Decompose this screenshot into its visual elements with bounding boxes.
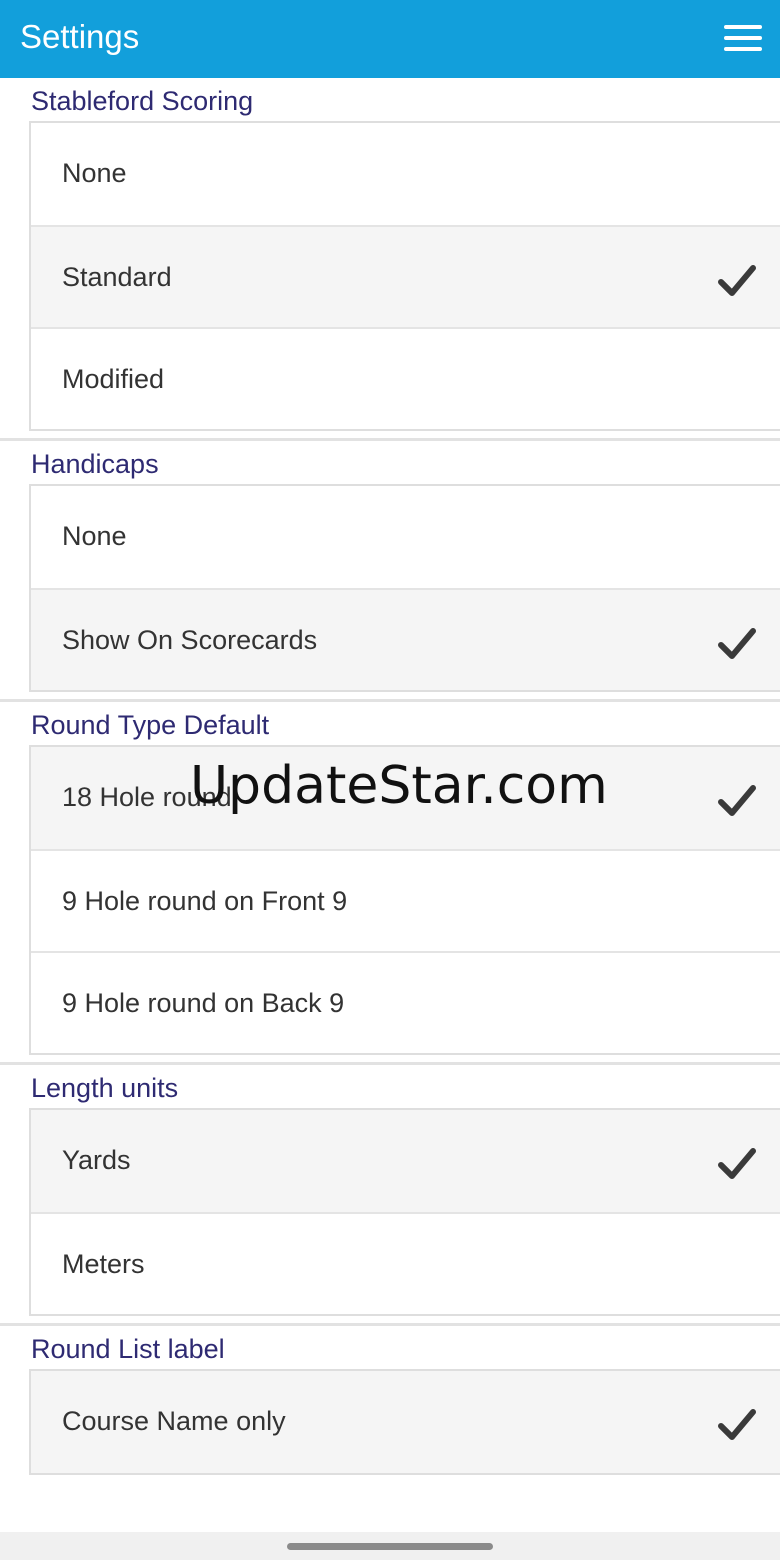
option-label: Course Name only [62,1406,286,1436]
checkmark-icon [718,1409,756,1440]
section-header: Handicaps [31,449,159,479]
section-stableford-scoring: Stableford Scoring None Standard Modifie… [0,78,780,441]
option-label: Modified [62,364,165,394]
checkmark-icon [718,265,756,296]
option-group: Yards Meters [29,1108,780,1316]
section-divider [0,692,780,702]
option-row-modified[interactable]: Modified [31,327,780,429]
section-divider [0,1055,780,1065]
gesture-handle[interactable] [287,1543,493,1550]
option-label: Yards [62,1145,131,1175]
section-round-list-label: Round List label Course Name only [0,1326,780,1475]
option-group: None Standard Modified [29,121,780,431]
option-row-9-hole-back[interactable]: 9 Hole round on Back 9 [31,951,780,1053]
section-handicaps: Handicaps None Show On Scorecards [0,441,780,702]
option-label: 9 Hole round on Back 9 [62,988,345,1018]
option-group: None Show On Scorecards [29,484,780,692]
checkmark-icon [718,785,756,816]
option-row-course-name-only[interactable]: Course Name only [31,1371,780,1473]
checkmark-icon [718,628,756,659]
option-row-yards[interactable]: Yards [31,1110,780,1212]
option-row-none[interactable]: None [31,486,780,588]
option-row-show-on-scorecards[interactable]: Show On Scorecards [31,588,780,690]
checkmark-icon [718,1148,756,1179]
section-length-units: Length units Yards Meters [0,1065,780,1326]
option-label: Standard [62,262,172,292]
app-bar: Settings [0,0,780,78]
option-label: 9 Hole round on Front 9 [62,886,348,916]
option-label: Meters [62,1249,145,1279]
section-header: Round List label [31,1334,225,1364]
section-divider [0,431,780,441]
watermark-text: UpdateStar.com [190,756,608,816]
hamburger-menu-button[interactable] [716,18,768,60]
option-row-none[interactable]: None [31,123,780,225]
option-row-standard[interactable]: Standard [31,225,780,327]
option-row-meters[interactable]: Meters [31,1212,780,1314]
option-group: Course Name only [29,1369,780,1475]
page-title: Settings [20,18,140,55]
option-label: None [62,521,127,551]
section-divider [0,1316,780,1326]
option-label: None [62,158,127,188]
hamburger-menu-icon [724,25,762,51]
section-header: Stableford Scoring [31,86,254,116]
system-navigation-bar [0,1532,780,1560]
section-header: Length units [31,1073,179,1103]
option-row-9-hole-front[interactable]: 9 Hole round on Front 9 [31,849,780,951]
section-header: Round Type Default [31,710,270,740]
option-label: Show On Scorecards [62,625,318,655]
